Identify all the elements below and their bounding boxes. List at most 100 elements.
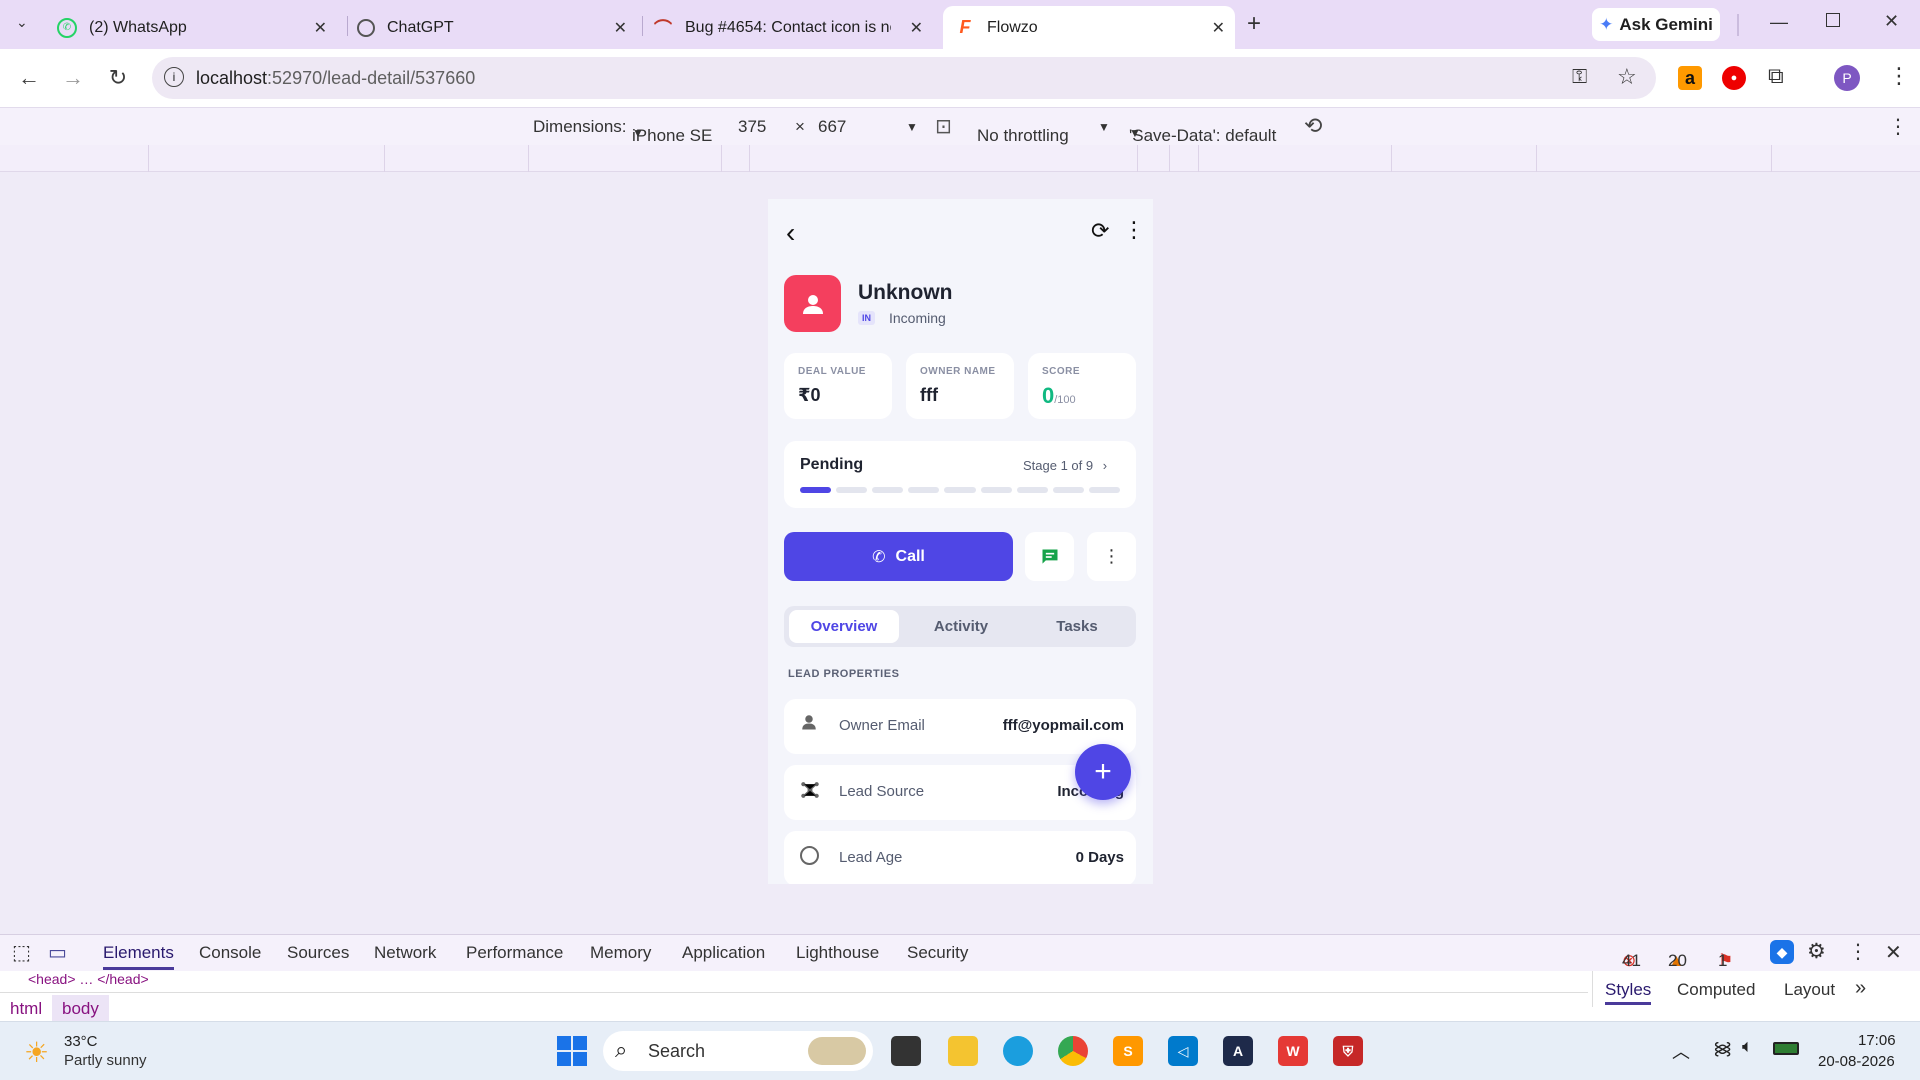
property-row[interactable]: Owner Email fff@yopmail.com bbox=[784, 699, 1136, 754]
chrome-browser-icon[interactable] bbox=[1058, 1036, 1088, 1066]
address-bar[interactable]: i localhost:52970/lead-detail/537660 ⚿ ☆ bbox=[152, 57, 1656, 99]
browser-tab-bug[interactable]: ⌒ Bug #4654: Contact icon is not ✕ bbox=[653, 6, 933, 49]
sublime-text-icon[interactable]: S bbox=[1113, 1036, 1143, 1066]
inspect-element-icon[interactable]: ⬚ bbox=[12, 940, 31, 965]
redmine-icon: ⌒ bbox=[654, 18, 672, 39]
devtools-tab[interactable]: Sources bbox=[287, 943, 349, 963]
devtools-tab[interactable]: Performance bbox=[466, 943, 563, 963]
profile-avatar[interactable]: P bbox=[1834, 65, 1860, 91]
message-button[interactable] bbox=[1025, 532, 1074, 581]
plus-icon: + bbox=[1094, 755, 1112, 788]
close-tab-icon[interactable]: ✕ bbox=[614, 18, 627, 38]
capture-icon[interactable]: ⊡ bbox=[935, 114, 952, 139]
chevron-right-icon: › bbox=[1102, 458, 1108, 473]
close-tab-icon[interactable]: ✕ bbox=[314, 18, 327, 38]
pipeline-card[interactable]: Pending Stage 1 of 9 › bbox=[784, 441, 1136, 508]
ask-gemini-button[interactable]: ✦ Ask Gemini bbox=[1592, 8, 1720, 41]
times-sign: × bbox=[795, 117, 805, 136]
weather-widget[interactable]: ☀ 33°C Partly sunny bbox=[20, 1032, 180, 1072]
back-arrow-icon[interactable]: ← bbox=[14, 63, 44, 93]
throttling-caret-icon[interactable]: ▼ bbox=[1098, 120, 1110, 134]
stat-label: SCORE bbox=[1042, 366, 1081, 377]
sync-icon[interactable]: ⟳ bbox=[1091, 218, 1109, 244]
devtools-tabbar: ⬚ ▭ Elements Console Sources Network Per… bbox=[0, 935, 1920, 971]
property-row[interactable]: Lead Age 0 Days bbox=[784, 831, 1136, 884]
tab-search-chevron-icon[interactable]: ⌄ bbox=[16, 14, 36, 34]
tab-tasks[interactable]: Tasks bbox=[1022, 610, 1132, 643]
width-input[interactable]: 375 bbox=[738, 117, 766, 137]
devtools-close-icon[interactable]: ✕ bbox=[1885, 940, 1902, 965]
devtools-tab[interactable]: Memory bbox=[590, 943, 651, 963]
clock-icon bbox=[800, 846, 819, 865]
stat-value: ₹0 bbox=[798, 385, 821, 405]
search-icon: ⌕ bbox=[615, 1037, 628, 1062]
clock-time[interactable]: 17:06 bbox=[1858, 1032, 1896, 1049]
clock-date[interactable]: 20-08-2026 bbox=[1818, 1053, 1895, 1070]
devtools-ai-icon[interactable]: ◆ bbox=[1770, 940, 1794, 964]
device-toolbar-menu-icon[interactable]: ⋮ bbox=[1888, 114, 1908, 139]
video-extension-icon[interactable]: ● bbox=[1722, 66, 1746, 90]
stage-segment bbox=[980, 487, 1012, 493]
restore-icon[interactable] bbox=[1826, 13, 1840, 27]
breadcrumb-html[interactable]: html bbox=[10, 999, 42, 1019]
start-windows-icon[interactable] bbox=[557, 1036, 587, 1066]
sidebar-tab-computed[interactable]: Computed bbox=[1677, 980, 1755, 1000]
password-key-icon[interactable]: ⚿ bbox=[1572, 66, 1587, 89]
dom-tree-line[interactable]: <head> … </head> bbox=[28, 971, 149, 987]
task-view-icon[interactable] bbox=[891, 1036, 921, 1066]
close-tab-icon[interactable]: ✕ bbox=[1212, 18, 1225, 38]
taskbar-search[interactable]: ⌕ Search bbox=[603, 1031, 873, 1071]
wifi-icon[interactable]: ᯼ bbox=[1713, 1036, 1732, 1060]
edge-browser-icon[interactable] bbox=[1003, 1036, 1033, 1066]
dpr-caret-icon[interactable]: ▼ bbox=[906, 120, 918, 134]
devtools-tab[interactable]: Network bbox=[374, 943, 436, 963]
battery-icon[interactable] bbox=[1773, 1042, 1799, 1055]
wps-office-icon[interactable]: W bbox=[1278, 1036, 1308, 1066]
height-input[interactable]: 667 bbox=[818, 117, 846, 137]
property-label: Lead Age bbox=[839, 849, 903, 866]
devtools-settings-gear-icon[interactable]: ⚙ bbox=[1807, 939, 1826, 964]
browser-menu-icon[interactable]: ⋮ bbox=[1888, 63, 1910, 89]
devtools-menu-icon[interactable]: ⋮ bbox=[1848, 939, 1868, 964]
more-tabs-chevron-icon[interactable]: » bbox=[1855, 977, 1866, 1000]
stat-value: fff bbox=[920, 385, 938, 405]
android-studio-icon[interactable]: A bbox=[1223, 1036, 1253, 1066]
sidebar-tab-styles[interactable]: Styles bbox=[1605, 980, 1652, 1005]
devtools-tab[interactable]: Elements bbox=[103, 943, 174, 970]
devtools-tab[interactable]: Lighthouse bbox=[796, 943, 879, 963]
devtools-tab[interactable]: Security bbox=[907, 943, 968, 963]
rotate-icon[interactable]: ⟲ bbox=[1304, 113, 1322, 139]
header-more-icon[interactable]: ⋮ bbox=[1123, 217, 1145, 243]
tab-activity[interactable]: Activity bbox=[906, 610, 1016, 643]
vscode-icon[interactable]: ◁ bbox=[1168, 1036, 1198, 1066]
add-fab-button[interactable]: + bbox=[1075, 744, 1131, 800]
forward-arrow-icon[interactable]: → bbox=[58, 63, 88, 93]
new-tab-button[interactable]: + bbox=[1247, 10, 1261, 38]
device-toggle-icon[interactable]: ▭ bbox=[48, 940, 67, 965]
devtools-tab[interactable]: Console bbox=[199, 943, 261, 963]
close-window-icon[interactable]: ✕ bbox=[1884, 11, 1899, 32]
browser-tab-whatsapp[interactable]: ✆ (2) WhatsApp ✕ bbox=[57, 6, 337, 49]
close-tab-icon[interactable]: ✕ bbox=[910, 18, 923, 38]
browser-tab-flowzo[interactable]: F Flowzo ✕ bbox=[943, 6, 1235, 49]
tab-overview[interactable]: Overview bbox=[789, 610, 899, 643]
devtools-tab[interactable]: Application bbox=[682, 943, 765, 963]
security-app-icon[interactable]: ⛨ bbox=[1333, 1036, 1363, 1066]
stage-segment bbox=[944, 487, 976, 493]
extensions-puzzle-icon[interactable]: ⧉ bbox=[1768, 63, 1784, 89]
back-chevron-icon[interactable]: ‹ bbox=[786, 217, 795, 249]
call-button[interactable]: ✆ Call bbox=[784, 532, 1013, 581]
bookmark-star-icon[interactable]: ☆ bbox=[1617, 64, 1637, 90]
property-label: Owner Email bbox=[839, 717, 925, 734]
file-explorer-icon[interactable] bbox=[948, 1036, 978, 1066]
volume-icon[interactable]: 🔈︎ bbox=[1742, 1036, 1753, 1057]
amazon-extension-icon[interactable]: a bbox=[1678, 66, 1702, 90]
sidebar-tab-layout[interactable]: Layout bbox=[1784, 980, 1835, 1000]
more-actions-button[interactable]: ⋮ bbox=[1087, 532, 1136, 581]
browser-tab-chatgpt[interactable]: ChatGPT ✕ bbox=[357, 6, 637, 49]
minimize-icon[interactable]: — bbox=[1770, 12, 1788, 33]
tray-chevron-icon[interactable]: ︿ bbox=[1672, 1038, 1690, 1064]
breadcrumb-body[interactable]: body bbox=[52, 995, 109, 1023]
site-info-icon[interactable]: i bbox=[164, 67, 184, 87]
reload-icon[interactable]: ↻ bbox=[103, 63, 133, 93]
